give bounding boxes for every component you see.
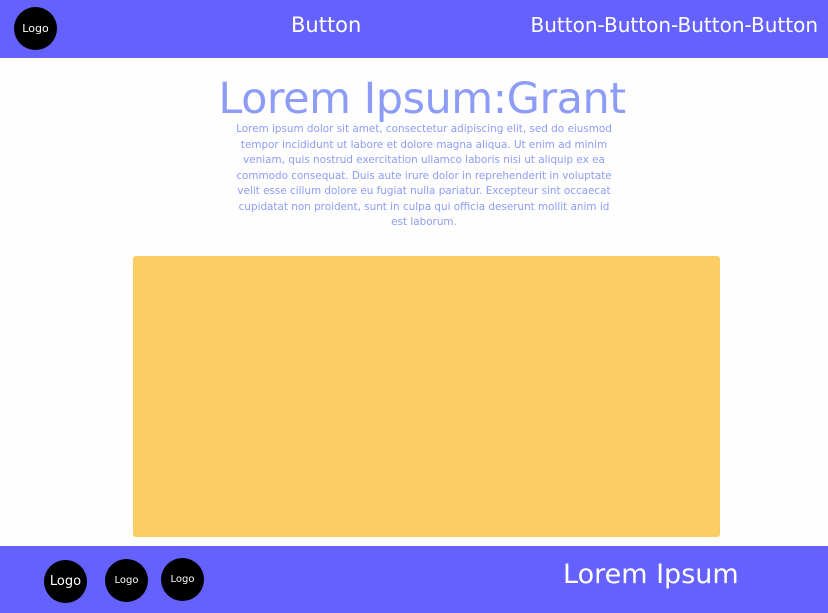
image-placeholder: [133, 256, 720, 537]
footer-bar: Logo Logo Logo Lorem Ipsum: [0, 546, 828, 613]
footer-logo-3[interactable]: Logo: [161, 558, 204, 601]
footer-logo-2[interactable]: Logo: [105, 559, 148, 602]
hero-paragraph: Lorem ipsum dolor sit amet, consectetur …: [236, 123, 612, 228]
page: Logo Button Button-Button-Button-Button …: [0, 0, 828, 613]
footer-text: Lorem Ipsum: [563, 559, 739, 590]
header-button[interactable]: Button: [291, 13, 361, 37]
page-title: Lorem Ipsum:Grant: [218, 74, 626, 124]
footer-logo-1[interactable]: Logo: [44, 560, 87, 603]
header-multi-button[interactable]: Button-Button-Button-Button: [531, 13, 818, 37]
header-logo[interactable]: Logo: [14, 7, 57, 50]
header-bar: Logo Button Button-Button-Button-Button: [0, 0, 828, 58]
